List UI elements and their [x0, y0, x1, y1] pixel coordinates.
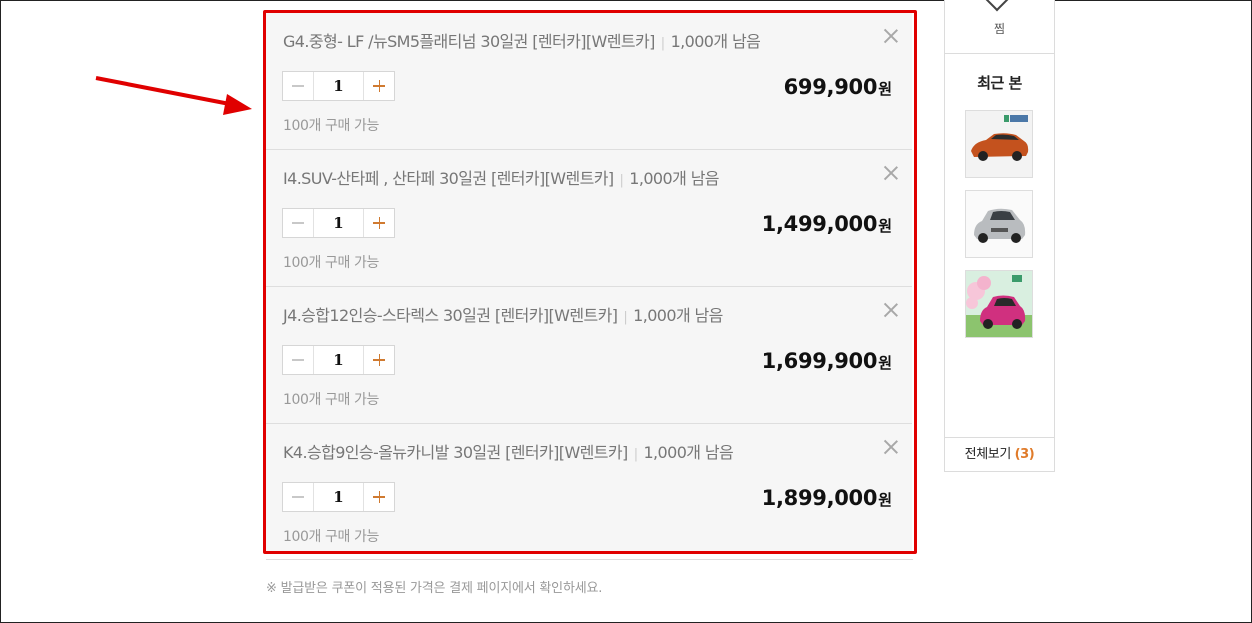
- silver-hatchback-thumbnail: [966, 191, 1032, 257]
- option-stock: 1,000개 남음: [633, 306, 723, 325]
- price-value: 1,499,000: [761, 212, 878, 236]
- price-value: 1,699,900: [761, 349, 878, 373]
- option-name: I4.SUV-산타페 , 산타페 30일권 [렌터카][W렌트카]: [283, 169, 614, 188]
- recent-item-thumbnail[interactable]: [965, 270, 1033, 338]
- option-name: J4.승합12인승-스타렉스 30일권 [렌터카][W렌트카]: [283, 306, 618, 325]
- decrease-quantity-button[interactable]: [283, 483, 314, 511]
- option-stock: 1,000개 남음: [670, 32, 761, 51]
- remove-option-button[interactable]: [882, 301, 900, 319]
- view-all-button[interactable]: 전체보기 (3): [945, 437, 1054, 472]
- remove-option-button[interactable]: [882, 27, 900, 45]
- purchase-limit: 100개 구매 가능: [283, 529, 380, 545]
- pink-hatchback-thumbnail: [966, 271, 1032, 337]
- quantity-stepper: 1: [282, 482, 395, 512]
- option-stock: 1,000개 남음: [643, 443, 734, 462]
- price-value: 1,899,000: [761, 486, 878, 510]
- option-name: G4.중형- LF /뉴SM5플래티넘 30일권 [렌터카][W렌트카]: [283, 32, 655, 51]
- recent-viewed-title: 최근 본: [977, 74, 1022, 92]
- currency-unit: 원: [878, 491, 892, 509]
- selected-options-list: G4.중형- LF /뉴SM5플래티넘 30일권 [렌터카][W렌트카] | 1,0…: [266, 13, 912, 551]
- option-price: 699,900원: [784, 75, 892, 99]
- increase-quantity-button[interactable]: [363, 209, 394, 237]
- increase-quantity-button[interactable]: [363, 346, 394, 374]
- currency-unit: 원: [878, 217, 892, 235]
- purchase-limit: 100개 구매 가능: [283, 118, 380, 134]
- increase-quantity-button[interactable]: [363, 72, 394, 100]
- quantity-input[interactable]: 1: [314, 72, 363, 100]
- option-item: I4.SUV-산타페 , 산타페 30일권 [렌터카][W렌트카] | 1,000개…: [266, 150, 912, 287]
- option-item: K4.승합9인승-올뉴카니발 30일권 [렌터카][W렌트카] | 1,000개 남…: [266, 424, 912, 561]
- separator: |: [619, 173, 624, 188]
- separator: |: [623, 310, 628, 325]
- remove-option-button[interactable]: [882, 164, 900, 182]
- wishlist-button[interactable]: 찜: [945, 0, 1054, 54]
- option-price: 1,499,000원: [762, 212, 892, 236]
- quantity-input[interactable]: 1: [314, 346, 363, 374]
- decrease-quantity-button[interactable]: [283, 346, 314, 374]
- option-name: K4.승합9인승-올뉴카니발 30일권 [렌터카][W렌트카]: [283, 443, 628, 462]
- recent-sidebar: 찜 최근 본 전체보기 (3): [944, 0, 1055, 472]
- separator: |: [633, 447, 638, 462]
- option-item: J4.승합12인승-스타렉스 30일권 [렌터카][W렌트카] | 1,000개 남…: [266, 287, 912, 424]
- recent-item-thumbnail[interactable]: [965, 110, 1033, 178]
- quantity-stepper: 1: [282, 71, 395, 101]
- increase-quantity-button[interactable]: [363, 483, 394, 511]
- currency-unit: 원: [878, 80, 892, 98]
- decrease-quantity-button[interactable]: [283, 72, 314, 100]
- divider: [266, 559, 913, 560]
- red-arrow-annotation: [95, 76, 252, 115]
- price-value: 699,900: [783, 75, 878, 99]
- option-title: J4.승합12인승-스타렉스 30일권 [렌터카][W렌트카] | 1,000개 남…: [283, 302, 723, 326]
- purchase-limit: 100개 구매 가능: [283, 255, 380, 271]
- remove-option-button[interactable]: [882, 438, 900, 456]
- wishlist-label: 찜: [993, 22, 1006, 36]
- option-price: 1,699,900원: [762, 349, 892, 373]
- option-stock: 1,000개 남음: [629, 169, 719, 188]
- quantity-input[interactable]: 1: [314, 483, 363, 511]
- chevron-down-icon: [985, 0, 1009, 12]
- recent-item-thumbnail[interactable]: [965, 190, 1033, 258]
- separator: |: [660, 36, 665, 51]
- quantity-stepper: 1: [282, 208, 395, 238]
- decrease-quantity-button[interactable]: [283, 209, 314, 237]
- coupon-notice: ※ 발급받은 쿠폰이 적용된 가격은 결제 페이지에서 확인하세요.: [266, 581, 603, 596]
- option-title: G4.중형- LF /뉴SM5플래티넘 30일권 [렌터카][W렌트카] | 1,0…: [283, 28, 761, 52]
- option-title: I4.SUV-산타페 , 산타페 30일권 [렌터카][W렌트카] | 1,000개…: [283, 165, 720, 189]
- option-title: K4.승합9인승-올뉴카니발 30일권 [렌터카][W렌트카] | 1,000개 남…: [283, 439, 734, 463]
- view-all-count: (3): [1014, 447, 1035, 462]
- option-item: G4.중형- LF /뉴SM5플래티넘 30일권 [렌터카][W렌트카] | 1,0…: [266, 13, 912, 150]
- option-price: 1,899,000원: [762, 486, 892, 510]
- currency-unit: 원: [878, 354, 892, 372]
- purchase-limit: 100개 구매 가능: [283, 392, 380, 408]
- quantity-stepper: 1: [282, 345, 395, 375]
- quantity-input[interactable]: 1: [314, 209, 363, 237]
- view-all-label: 전체보기: [964, 447, 1012, 462]
- orange-sedan-thumbnail: [966, 111, 1032, 177]
